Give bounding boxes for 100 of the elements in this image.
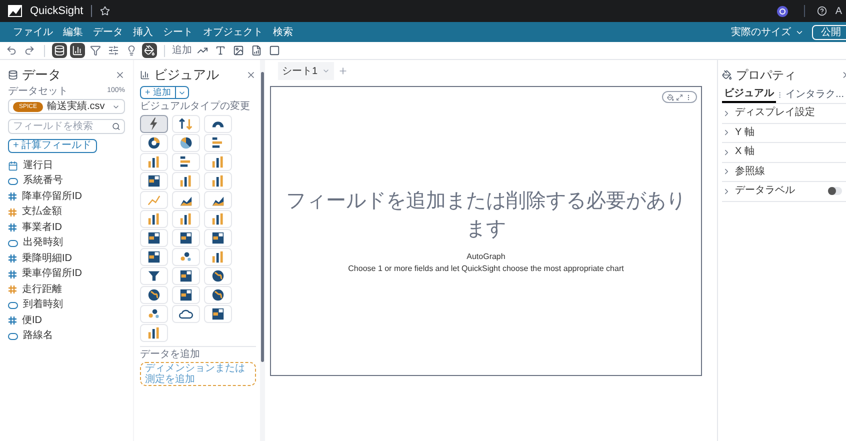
more-icon <box>685 94 692 100</box>
section-label: Y 軸 <box>735 126 756 139</box>
dataset-name: 輸送実績.csv <box>47 100 106 112</box>
menu-item[interactable]: 編集 <box>58 24 88 40</box>
star-icon[interactable] <box>100 6 110 16</box>
panel-title: プロパティ <box>736 67 797 84</box>
accordion-row[interactable]: ディスプレイ設定 <box>722 104 846 124</box>
text-field-icon <box>8 178 18 185</box>
help-icon[interactable] <box>817 6 828 16</box>
dataset-label: データセット <box>8 86 68 97</box>
user-initial[interactable]: A <box>835 4 842 18</box>
properties-tool-button[interactable] <box>142 43 157 58</box>
field-item[interactable]: 走行距離 <box>22 284 62 296</box>
field-item[interactable]: 支払金額 <box>22 206 62 218</box>
chart-type-icon <box>210 306 226 322</box>
publish-button[interactable]: 公開 <box>812 24 846 40</box>
panel-title: ビジュアル <box>154 66 220 84</box>
chart-type-icon <box>178 211 194 227</box>
field-item[interactable]: 事業者ID <box>22 222 62 234</box>
insight-icon <box>251 45 262 56</box>
chevron-icon <box>722 186 731 196</box>
chart-type-icon <box>146 173 162 189</box>
visual-type-label: ビジュアルタイプの変更 <box>140 101 251 113</box>
properties-tab[interactable]: インタラク... <box>784 86 846 103</box>
field-item[interactable]: 乗降明細ID <box>22 252 72 265</box>
calc-field-button[interactable]: + 計算フィールド <box>8 139 97 153</box>
image-icon <box>233 45 244 56</box>
chart-type-icon <box>146 268 162 284</box>
field-item[interactable]: 路線名 <box>23 330 53 342</box>
field-item[interactable]: 乗車停留所ID <box>22 268 82 280</box>
hint-text: Choose 1 or more fields and let QuickSight choose the most appropriate chart <box>348 263 624 275</box>
visual-menu[interactable] <box>662 91 697 103</box>
menu-item[interactable]: データ <box>88 24 128 40</box>
accordion-row[interactable]: X 軸 <box>722 143 846 162</box>
accordion-row[interactable]: 参照線 <box>722 162 846 182</box>
visual-type-button[interactable] <box>140 115 168 133</box>
field-item[interactable]: 便ID <box>22 314 42 327</box>
chart-type-icon <box>146 249 162 265</box>
chart-type-icon <box>178 268 194 284</box>
chart-type-icon <box>210 268 226 284</box>
add-image-button[interactable] <box>231 43 246 58</box>
text-field-icon <box>8 240 18 247</box>
accordion-row[interactable]: データラベル <box>722 182 846 202</box>
parameters-icon <box>108 45 119 56</box>
data-tool-button[interactable] <box>52 43 67 58</box>
field-item[interactable]: 到着時刻 <box>23 299 63 312</box>
properties-icon <box>144 45 155 56</box>
caret-icon <box>322 67 330 75</box>
bar-chart-icon <box>140 70 150 80</box>
visual-frame[interactable]: フィールドを追加または削除する必要があります AutoGraph Choose 1 or more fields and let QuickSight choose the most appropriate chart <box>270 86 702 376</box>
panel-title: データ <box>22 66 62 84</box>
menu-item[interactable]: 検索 <box>268 24 298 40</box>
add-visual-button[interactable]: + 追加 <box>140 86 176 99</box>
chart-type-icon <box>146 325 162 341</box>
menu-item[interactable]: オブジェクト <box>198 24 268 40</box>
chart-type-icon <box>210 249 226 265</box>
section-label: 参照線 <box>735 166 766 178</box>
text-icon <box>215 45 226 56</box>
field-item[interactable]: 運行日 <box>23 160 53 172</box>
chart-type-icon <box>178 135 194 151</box>
accordion-row[interactable]: Y 軸 <box>722 124 846 143</box>
chart-type-icon <box>146 211 162 227</box>
toggle-switch[interactable] <box>828 187 842 196</box>
close-icon[interactable] <box>115 70 125 80</box>
chart-type-icon <box>146 230 162 246</box>
scrollbar[interactable] <box>260 60 265 441</box>
field-item[interactable]: 出発時刻 <box>23 237 63 250</box>
size-dropdown[interactable]: 実際のサイズ <box>731 24 804 40</box>
redo-icon <box>24 45 35 56</box>
avatar-icon[interactable] <box>777 6 788 16</box>
menu-item[interactable]: 挿入 <box>128 24 158 40</box>
line-icon <box>197 45 208 56</box>
chart-type-icon <box>178 287 194 303</box>
close-icon[interactable] <box>246 70 256 80</box>
section-label: データラベル <box>735 185 796 198</box>
field-item[interactable]: 降車停留所ID <box>22 190 82 203</box>
properties-tab[interactable]: ビジュアル <box>722 86 776 103</box>
filter-tool-button[interactable] <box>88 43 103 58</box>
format-icon <box>667 94 674 100</box>
section-label: X 軸 <box>735 146 756 158</box>
section-label: ディスプレイ設定 <box>735 107 816 120</box>
add-embed-button[interactable] <box>267 43 282 58</box>
chevron-icon <box>722 167 731 176</box>
parameters-tool-button[interactable] <box>106 43 121 58</box>
embed-icon <box>269 45 280 56</box>
insights-icon <box>126 45 137 56</box>
chart-type-icon <box>178 173 194 189</box>
add-data-label: データを追加 <box>140 349 201 360</box>
paint-icon <box>722 70 732 80</box>
chevron-icon <box>722 148 731 157</box>
search-field[interactable]: フィールドを検索 <box>8 119 125 134</box>
add-visual-dropdown[interactable] <box>176 86 189 99</box>
app-name: QuickSight <box>30 4 84 19</box>
chart-type-icon <box>178 116 194 132</box>
menu-item[interactable]: シート <box>158 24 198 40</box>
field-item[interactable]: 系統番号 <box>23 175 63 188</box>
sheet-tab[interactable]: シート1 <box>278 62 334 80</box>
chevron-icon <box>722 128 731 138</box>
visual-tool-button[interactable] <box>70 43 85 58</box>
menu-item[interactable]: ファイル <box>8 24 58 40</box>
